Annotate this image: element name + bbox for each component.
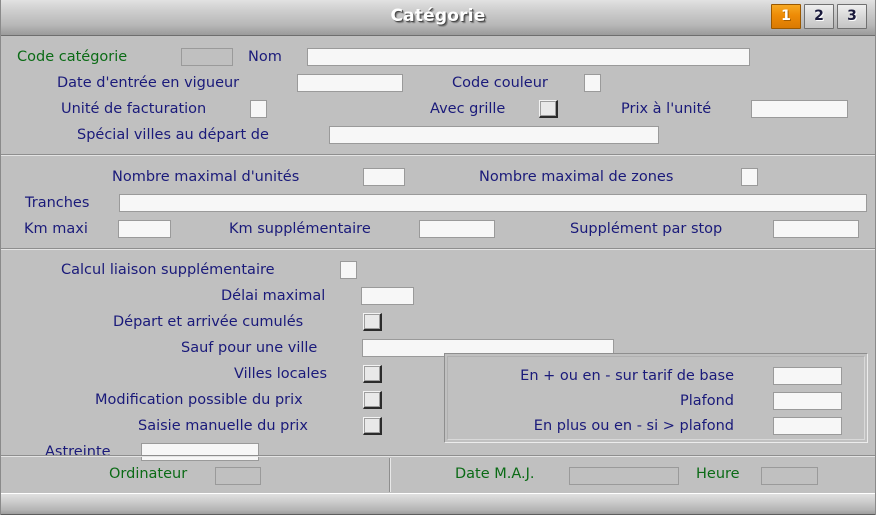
- section-identification: Code catégorie Nom Date d'entrée en vigu…: [1, 36, 875, 154]
- ordinateur-value: [215, 467, 261, 485]
- nombre-max-zones-input[interactable]: [741, 168, 758, 186]
- depart-arrivee-checkbox[interactable]: [363, 313, 382, 331]
- avec-grille-label: Avec grille: [430, 101, 506, 117]
- calcul-liaison-label: Calcul liaison supplémentaire: [61, 262, 275, 278]
- code-couleur-input[interactable]: [584, 74, 601, 92]
- delai-maximal-input[interactable]: [361, 287, 414, 305]
- unite-facturation-label: Unité de facturation: [61, 101, 207, 117]
- en-plus-moins-input[interactable]: [773, 366, 842, 385]
- modification-prix-label: Modification possible du prix: [95, 392, 303, 408]
- window-titlebar: Catégorie 1 2 3: [1, 0, 875, 36]
- modification-prix-checkbox[interactable]: [363, 391, 382, 409]
- plafond-label: Plafond: [679, 392, 734, 409]
- categorie-window: Catégorie 1 2 3 Code catégorie Nom Date …: [0, 0, 876, 515]
- nom-label: Nom: [248, 49, 282, 65]
- km-maxi-input[interactable]: [118, 220, 171, 238]
- heure-label: Heure: [696, 466, 740, 482]
- en-plus-si-plafond-label: En plus ou en - si > plafond: [533, 417, 734, 434]
- plafond-input[interactable]: [773, 391, 842, 410]
- code-couleur-label: Code couleur: [452, 75, 548, 91]
- tranches-label: Tranches: [25, 195, 90, 211]
- code-categorie-input[interactable]: [181, 48, 233, 66]
- km-supplementaire-label: Km supplémentaire: [229, 221, 371, 237]
- km-maxi-label: Km maxi: [24, 221, 88, 237]
- saisie-manuelle-label: Saisie manuelle du prix: [138, 418, 308, 434]
- heure-value: [761, 467, 818, 485]
- special-villes-input[interactable]: [329, 126, 659, 144]
- window-bottom-bar: [1, 493, 875, 515]
- section-tranches: Nombre maximal d'unités Nombre maximal d…: [1, 156, 875, 248]
- avec-grille-checkbox[interactable]: [539, 100, 558, 118]
- calcul-liaison-input[interactable]: [340, 261, 357, 279]
- delai-maximal-label: Délai maximal: [221, 288, 326, 304]
- tab-2[interactable]: 2: [804, 4, 834, 29]
- villes-locales-label: Villes locales: [234, 366, 328, 382]
- en-plus-moins-label: En + ou en - sur tarif de base: [520, 367, 734, 384]
- km-supplementaire-input[interactable]: [419, 220, 495, 238]
- nombre-max-unites-input[interactable]: [363, 168, 405, 186]
- code-categorie-label: Code catégorie: [17, 49, 128, 65]
- tab-strip: 1 2 3: [771, 4, 867, 29]
- tranches-input[interactable]: [119, 194, 867, 212]
- section-calcul: Calcul liaison supplémentaire Délai maxi…: [1, 250, 875, 466]
- sauf-ville-label: Sauf pour une ville: [181, 340, 318, 356]
- en-plus-si-plafond-input[interactable]: [773, 416, 842, 435]
- villes-locales-checkbox[interactable]: [363, 365, 382, 383]
- date-entree-label: Date d'entrée en vigueur: [57, 75, 240, 91]
- status-bar: Ordinateur Date M.A.J. Heure: [1, 457, 875, 493]
- prix-unite-input[interactable]: [751, 100, 848, 118]
- prix-unite-label: Prix à l'unité: [621, 101, 712, 117]
- ordinateur-label: Ordinateur: [109, 466, 188, 482]
- unite-facturation-input[interactable]: [250, 100, 267, 118]
- window-title: Catégorie: [390, 6, 486, 26]
- tab-1[interactable]: 1: [771, 4, 801, 29]
- supplement-stop-label: Supplément par stop: [570, 221, 723, 237]
- tab-3[interactable]: 3: [837, 4, 867, 29]
- nombre-max-zones-label: Nombre maximal de zones: [479, 169, 674, 185]
- date-maj-label: Date M.A.J.: [455, 466, 535, 482]
- date-entree-input[interactable]: [297, 74, 403, 92]
- depart-arrivee-label: Départ et arrivée cumulés: [113, 314, 304, 330]
- nombre-max-unites-label: Nombre maximal d'unités: [112, 169, 300, 185]
- saisie-manuelle-checkbox[interactable]: [363, 417, 382, 435]
- tarif-panel: En + ou en - sur tarif de base Plafond E…: [444, 353, 868, 443]
- special-villes-label: Spécial villes au départ de: [77, 127, 269, 143]
- supplement-stop-input[interactable]: [773, 220, 859, 238]
- nom-input[interactable]: [307, 48, 750, 66]
- date-maj-value: [569, 467, 679, 485]
